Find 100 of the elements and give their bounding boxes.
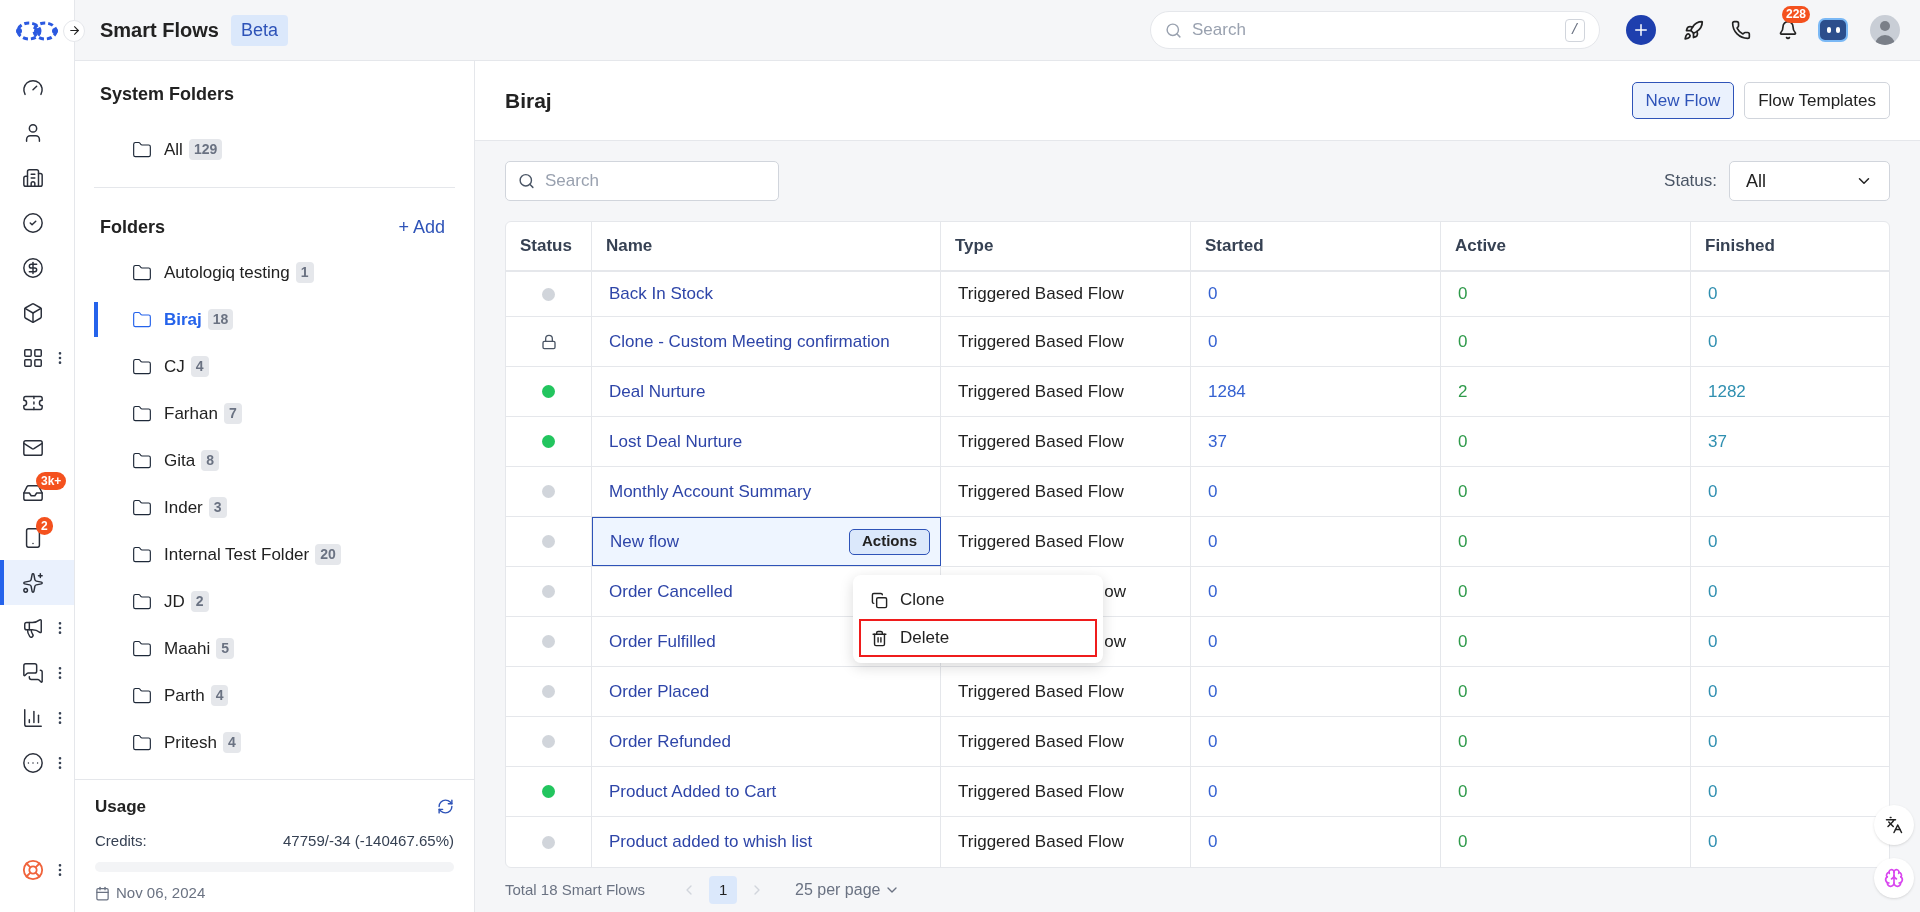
flow-name-link[interactable]: Deal Nurture [609, 378, 706, 405]
table-cell[interactable]: 0 [1708, 628, 1718, 655]
table-cell[interactable]: 0 [1708, 678, 1718, 705]
table-cell-text: 0 [1458, 480, 1468, 503]
flow-name-link[interactable]: Product added to whish list [609, 829, 813, 855]
table-cell[interactable]: 0 [1208, 578, 1218, 605]
folder-icon [132, 309, 152, 330]
folder-count: 7 [223, 403, 242, 424]
table-cell[interactable]: 0 [1708, 478, 1718, 505]
flow-name-link[interactable]: Back In Stock [609, 281, 713, 307]
table-cell[interactable]: 0 [1708, 829, 1718, 855]
cube-icon [22, 301, 44, 324]
selected-cell[interactable]: New flow Actions [592, 517, 941, 566]
flow-name-link[interactable]: Clone - Custom Meeting confirmation [609, 328, 890, 355]
table-cell[interactable]: 0 [1208, 281, 1218, 307]
flow-name-link[interactable]: Product Added to Cart [609, 778, 777, 805]
folder-name: Maahi [164, 637, 211, 660]
folder-item[interactable]: Biraj 18 [94, 296, 455, 343]
flow-name-link[interactable]: Order Refunded [609, 728, 731, 755]
templates-button[interactable]: Flow Templates [1744, 82, 1890, 119]
nav-badge: 2 [36, 517, 53, 535]
table-cell[interactable]: 0 [1708, 528, 1718, 555]
folder-name: All [164, 138, 183, 161]
table-cell-text: 0 [1458, 530, 1468, 553]
folder-item[interactable]: Pritesh 4 [94, 719, 455, 766]
table-cell[interactable]: 0 [1208, 628, 1218, 655]
add-button[interactable] [1626, 15, 1656, 45]
search-input[interactable]: Search [545, 168, 766, 194]
flow-name-link[interactable]: New flow [610, 528, 679, 555]
search-field[interactable]: Search [505, 161, 779, 201]
folder-item[interactable]: Farhan 7 [94, 390, 455, 437]
folder-count: 4 [222, 732, 241, 753]
add-folder-link[interactable]: + Add [398, 214, 445, 241]
flow-name-link[interactable]: Order Placed [609, 678, 710, 705]
table-cell[interactable]: 0 [1708, 728, 1718, 755]
table-cell-text: Triggered Based Flow [958, 680, 1124, 703]
translate-button[interactable] [1874, 805, 1914, 845]
folder-count: 129 [188, 139, 223, 160]
brain-button[interactable] [1874, 858, 1914, 898]
table-cell[interactable]: 0 [1708, 578, 1718, 605]
table-cell[interactable]: 0 [1708, 281, 1718, 307]
folder-item[interactable]: Internal Test Folder 20 [94, 531, 455, 578]
table-cell[interactable]: 0 [1208, 328, 1218, 355]
table-cell-text: ow [1104, 580, 1126, 603]
table-cell[interactable]: 0 [1208, 778, 1218, 805]
folder-count: 5 [216, 638, 235, 659]
table-cell[interactable]: 0 [1708, 328, 1718, 355]
flow-name-link[interactable]: Lost Deal Nurture [609, 428, 743, 455]
table-cell[interactable]: 37 [1708, 428, 1727, 455]
search-field[interactable]: Search / [1150, 11, 1600, 49]
flow-name-link[interactable]: Monthly Account Summary [609, 478, 812, 505]
credits-value: 47759/-34 (-140467.65%) [283, 830, 454, 851]
folder-count: 2 [190, 591, 209, 612]
folder-item[interactable]: Gita 8 [94, 437, 455, 484]
avatar[interactable] [1870, 15, 1900, 45]
new-flow-button[interactable]: New Flow [1631, 82, 1735, 119]
phone-icon[interactable] [1731, 20, 1751, 40]
folder-item[interactable]: JD 2 [94, 578, 455, 625]
nav-item[interactable] [0, 560, 74, 605]
bot-icon[interactable] [1818, 18, 1848, 42]
folder-icon [132, 262, 152, 283]
flow-name-link[interactable]: Order Cancelled [609, 578, 733, 605]
rocket-icon[interactable] [1683, 19, 1704, 41]
table-cell[interactable]: 0 [1208, 678, 1218, 705]
folder-item[interactable]: Parth 4 [94, 672, 455, 719]
page-button[interactable]: 1 [709, 876, 738, 904]
section-title: Folders [100, 216, 165, 239]
folder-item[interactable]: Maahi 5 [94, 625, 455, 672]
table-cell-text: 0 [1458, 630, 1468, 653]
table-cell[interactable]: 0 [1208, 728, 1218, 755]
page-title: Smart Flows [100, 18, 219, 43]
menu-item[interactable]: Delete [859, 619, 1097, 657]
flow-name-link[interactable]: Order Fulfilled [609, 628, 716, 655]
column-header: Name [592, 222, 941, 270]
search-input[interactable]: Search [1192, 17, 1555, 43]
folder-item[interactable]: CJ 4 [94, 343, 455, 390]
menu-item[interactable]: Clone [859, 581, 1097, 619]
folder-item[interactable]: Inder 3 [94, 484, 455, 531]
table-cell[interactable]: 0 [1708, 778, 1718, 805]
table-cell[interactable]: 0 [1208, 528, 1218, 555]
actions-button[interactable]: Actions [849, 528, 930, 555]
refresh-icon[interactable] [437, 798, 454, 816]
table-cell[interactable]: 37 [1208, 428, 1227, 455]
nav-badge: 3k+ [36, 472, 67, 490]
table-cell[interactable]: 1282 [1708, 378, 1746, 405]
expand-button[interactable] [63, 19, 85, 42]
trash-icon [871, 629, 888, 647]
folder-icon [132, 638, 152, 659]
table-cell[interactable]: 0 [1208, 478, 1218, 505]
folder-item[interactable]: All 129 [94, 126, 455, 173]
calendar-icon [95, 885, 110, 901]
table-cell[interactable]: 0 [1208, 829, 1218, 855]
shortcut-key: / [1564, 18, 1585, 42]
per-page-select[interactable]: 25 per page [795, 878, 901, 902]
table-cell-text: 0 [1458, 730, 1468, 753]
status-select[interactable]: All [1729, 161, 1890, 201]
table-cell[interactable]: 1284 [1208, 378, 1246, 405]
folder-item[interactable]: Autologiq testing 1 [94, 249, 455, 296]
bell-icon[interactable] [1778, 20, 1798, 40]
ellipsis-icon [22, 751, 44, 774]
